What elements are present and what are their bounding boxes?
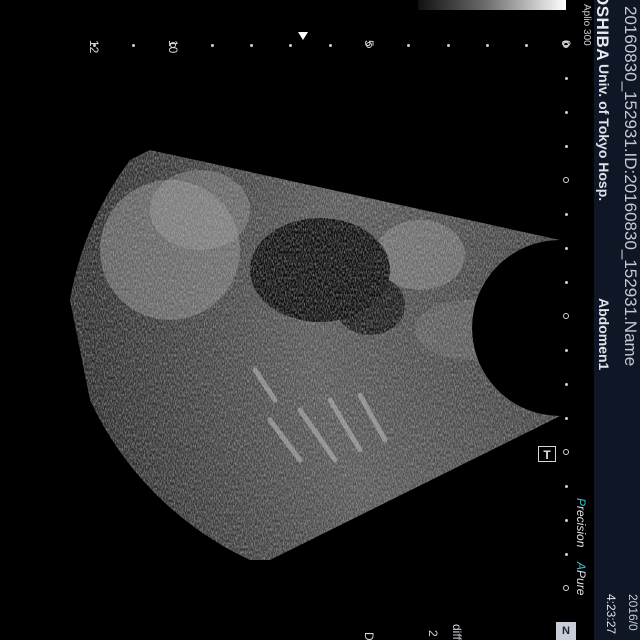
ultrasound-image (70, 150, 560, 560)
lateral-minor-tick (564, 416, 568, 420)
lateral-major-tick (563, 449, 569, 455)
depth-minor-tick (289, 43, 293, 47)
brand-logo-text: OSHIBA (593, 0, 612, 62)
diff-value: 2 (426, 630, 440, 637)
precision-rest: recision (574, 506, 588, 548)
apure-initial: A (574, 562, 588, 571)
scan-sector (70, 150, 560, 560)
lateral-minor-tick (564, 552, 568, 556)
lateral-minor-tick (564, 144, 568, 148)
focus-marker-icon (298, 32, 308, 40)
lateral-minor-tick (564, 348, 568, 352)
lateral-major-tick (563, 41, 569, 47)
diff-label: diff (450, 624, 464, 640)
depth-minor-tick (525, 43, 529, 47)
grayscale-bar (418, 0, 566, 10)
depth-minor-tick (446, 43, 450, 47)
depth-minor-tick (210, 43, 214, 47)
depth-minor-tick (407, 43, 411, 47)
depth-label: 12 (87, 40, 101, 54)
lateral-minor-tick (564, 484, 568, 488)
lateral-major-tick (563, 585, 569, 591)
lateral-major-tick (563, 177, 569, 183)
ultrasound-screen: 0 5 10 12 T OSHIBA Aplio 300 20160830_15293… (0, 0, 640, 640)
apure-rest: Pure (574, 570, 588, 596)
t-marker: T (538, 446, 556, 462)
precision-initial: P (574, 498, 588, 507)
apure-mode-label: APure (574, 562, 588, 595)
exam-date: 2016/0 (626, 594, 640, 631)
depth-label: 5 (362, 40, 377, 47)
d-label: D (362, 632, 376, 640)
patient-id-line: 20160830_152931.ID:20160830_152931.Name (621, 6, 640, 367)
depth-minor-tick (249, 43, 253, 47)
lateral-minor-tick (564, 518, 568, 522)
exam-time: 4:23:27 (604, 594, 618, 635)
depth-minor-tick (485, 43, 489, 47)
depth-minor-tick (131, 43, 135, 47)
exam-preset: Abdomen1 (596, 298, 612, 371)
precision-mode-label: Precision (574, 498, 588, 547)
depth-label: 10 (165, 40, 180, 54)
lateral-minor-tick (564, 212, 568, 216)
lateral-minor-tick (564, 76, 568, 80)
lateral-major-tick (563, 313, 569, 319)
lateral-minor-tick (564, 382, 568, 386)
depth-minor-tick (328, 43, 332, 47)
lateral-minor-tick (564, 110, 568, 114)
lateral-minor-tick (564, 246, 568, 250)
n-badge: N (556, 622, 576, 640)
hospital-name: Univ. of Tokyo Hosp. (596, 64, 612, 202)
lateral-minor-tick (564, 280, 568, 284)
device-model: Aplio 300 (581, 4, 592, 46)
